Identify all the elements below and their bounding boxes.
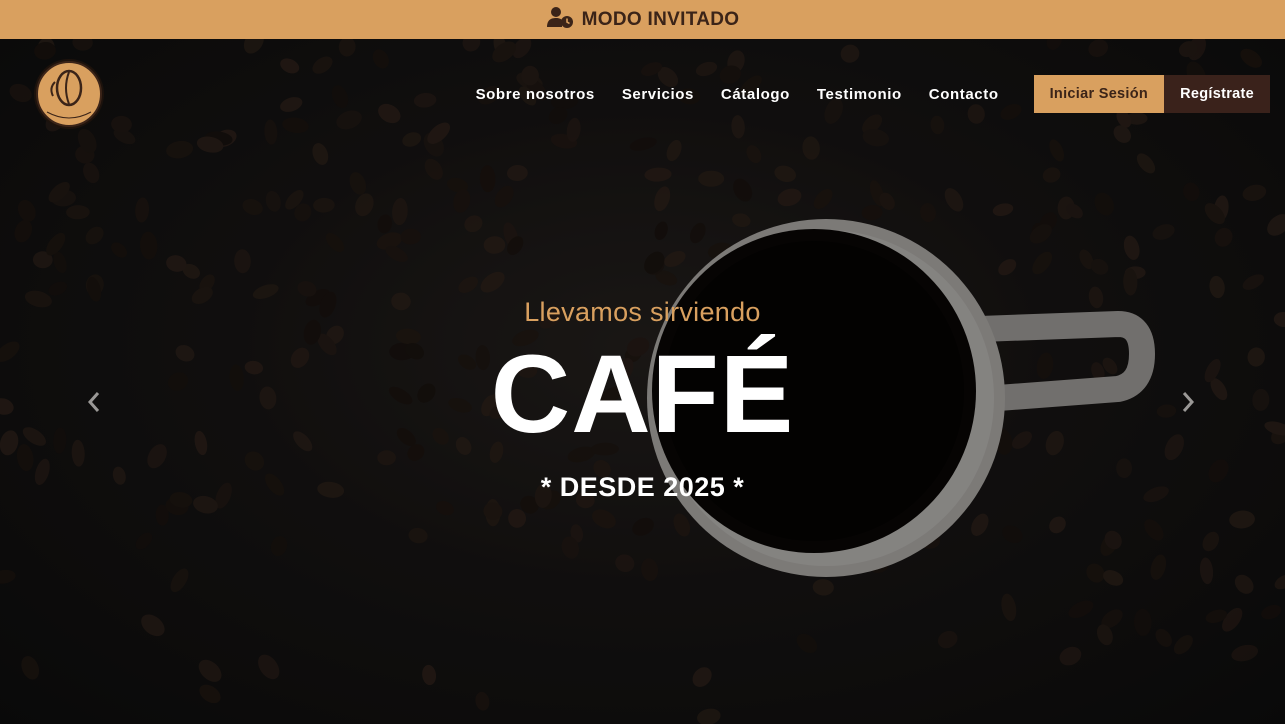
- hero-carousel: Sobre nosotros Servicios Cátalogo Testim…: [0, 39, 1285, 724]
- guest-mode-label: MODO INVITADO: [581, 8, 740, 30]
- brand-logo[interactable]: [33, 58, 105, 130]
- chevron-left-icon: [87, 392, 100, 412]
- hero-title: CAFÉ: [490, 333, 795, 456]
- nav-link-catalog[interactable]: Cátalogo: [721, 86, 790, 103]
- user-clock-icon: [546, 6, 574, 34]
- main-navigation: Sobre nosotros Servicios Cátalogo Testim…: [476, 75, 1270, 113]
- nav-link-services[interactable]: Servicios: [622, 86, 694, 103]
- carousel-next-button[interactable]: [1176, 387, 1200, 417]
- guest-mode-banner: MODO INVITADO: [0, 0, 1285, 39]
- nav-link-contact[interactable]: Contacto: [929, 86, 999, 103]
- carousel-prev-button[interactable]: [82, 387, 106, 417]
- nav-link-testimonial[interactable]: Testimonio: [817, 86, 902, 103]
- hero-subtitle: Llevamos sirviendo: [524, 297, 761, 327]
- hero-text-block: Llevamos sirviendo CAFÉ * DESDE 2025 *: [0, 297, 1285, 503]
- hero-since-text: * DESDE 2025 *: [540, 472, 745, 502]
- login-button[interactable]: Iniciar Sesión: [1033, 75, 1165, 113]
- chevron-right-icon: [1182, 392, 1195, 412]
- nav-link-about[interactable]: Sobre nosotros: [476, 86, 595, 103]
- register-button[interactable]: Regístrate: [1164, 75, 1270, 113]
